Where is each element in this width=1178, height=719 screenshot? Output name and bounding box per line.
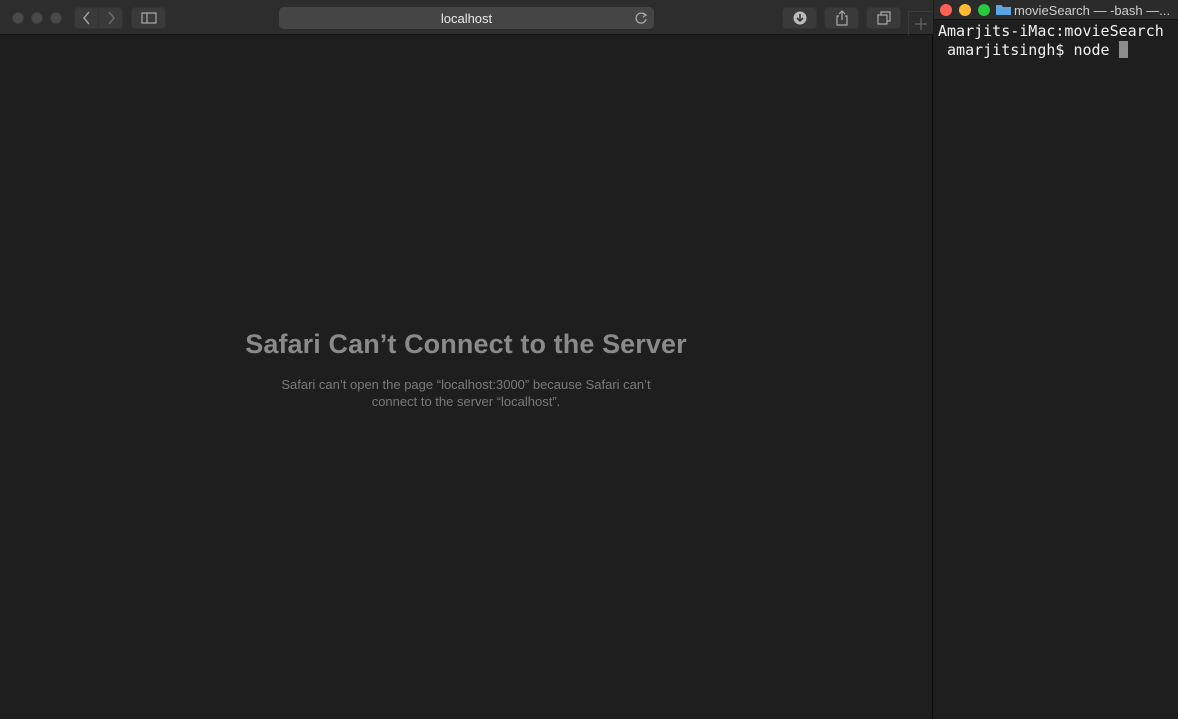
sidebar-icon: [140, 12, 157, 24]
terminal-window: movieSearch — -bash —... Amarjits-iMac:m…: [934, 0, 1178, 719]
forward-button[interactable]: [98, 7, 123, 29]
back-icon: [82, 11, 90, 25]
reload-icon[interactable]: [634, 11, 648, 25]
terminal-output[interactable]: Amarjits-iMac:movieSearch amarjitsingh$ …: [938, 22, 1178, 60]
address-bar[interactable]: localhost: [279, 7, 654, 29]
tab-overview-button[interactable]: [866, 7, 901, 29]
address-text: localhost: [440, 10, 493, 26]
minimize-light[interactable]: [31, 12, 43, 24]
new-tab-button[interactable]: [908, 11, 933, 35]
text-cursor: [1118, 41, 1128, 58]
share-button[interactable]: [824, 7, 859, 29]
share-icon: [835, 10, 848, 26]
sidebar-button[interactable]: [131, 7, 166, 29]
safari-window: localhost Safari Can’t Connect to the Se…: [0, 0, 933, 719]
close-light[interactable]: [12, 12, 24, 24]
close-button[interactable]: [940, 4, 952, 16]
page-content: Safari Can’t Connect to the Server Safar…: [0, 35, 932, 719]
prompt-line-2: amarjitsingh$ node: [938, 41, 1178, 60]
minimize-button[interactable]: [959, 4, 971, 16]
zoom-button[interactable]: [978, 4, 990, 16]
forward-icon: [107, 11, 115, 25]
plus-icon: [915, 17, 927, 30]
zoom-light[interactable]: [50, 12, 62, 24]
folder-icon: [996, 5, 1011, 15]
terminal-titlebar: movieSearch — -bash —...: [934, 0, 1178, 20]
download-icon: [793, 11, 806, 25]
back-button[interactable]: [74, 7, 99, 29]
tabs-icon: [876, 11, 891, 25]
safari-toolbar: localhost: [0, 0, 933, 35]
prompt-line-1: Amarjits-iMac:movieSearch: [938, 22, 1164, 40]
error-title: Safari Can’t Connect to the Server: [245, 329, 687, 359]
error-message: Safari can’t open the page “localhost:30…: [281, 377, 651, 409]
terminal-title: movieSearch — -bash —...: [1014, 3, 1171, 18]
prompt-line-2-text: amarjitsingh$ node: [938, 41, 1119, 59]
downloads-button[interactable]: [782, 7, 817, 29]
